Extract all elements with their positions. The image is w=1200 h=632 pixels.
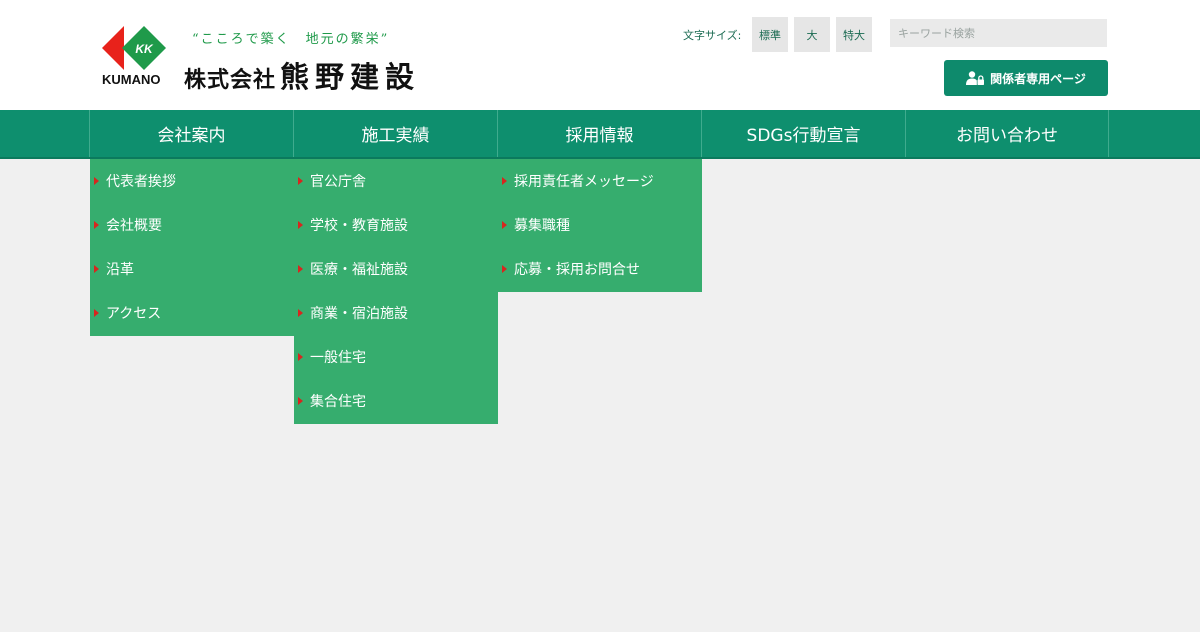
dropdown-item-label: 採用責任者メッセージ bbox=[514, 174, 654, 190]
bullet-triangle-icon bbox=[298, 177, 303, 185]
dropdown-item[interactable]: 集合住宅 bbox=[294, 379, 498, 423]
company-name-main: 熊野建設 bbox=[280, 60, 421, 94]
site-header: KK KUMANO “こころで築く 地元の繁栄” 株式会社 熊野建設 文字サイズ:… bbox=[0, 0, 1200, 110]
dropdown-item-label: 学校・教育施設 bbox=[310, 218, 408, 234]
font-size-extra-large-button[interactable]: 特大 bbox=[836, 17, 872, 52]
nav-works[interactable]: 施工実績 bbox=[293, 110, 497, 157]
dropdown-item[interactable]: 医療・福祉施設 bbox=[294, 247, 498, 291]
dropdown-recruit: 採用責任者メッセージ 募集職種 応募・採用お問合せ bbox=[498, 159, 702, 292]
dropdown-item-label: 一般住宅 bbox=[310, 350, 366, 366]
dropdown-item-label: アクセス bbox=[106, 306, 162, 322]
dropdown-item[interactable]: 学校・教育施設 bbox=[294, 203, 498, 247]
company-slogan: “こころで築く 地元の繁栄” bbox=[192, 32, 390, 47]
dropdown-item-label: 応募・採用お問合せ bbox=[514, 262, 640, 278]
nav-recruit[interactable]: 採用情報 bbox=[497, 110, 701, 157]
member-page-label: 関係者専用ページ bbox=[990, 71, 1086, 86]
dropdown-item-label: 官公庁舎 bbox=[310, 174, 366, 190]
site-logo[interactable]: KK KUMANO “こころで築く 地元の繁栄” 株式会社 熊野建設 bbox=[100, 26, 480, 94]
dropdown-item-label: 医療・福祉施設 bbox=[310, 262, 408, 278]
dropdown-item[interactable]: 応募・採用お問合せ bbox=[498, 247, 702, 291]
dropdown-item[interactable]: 会社概要 bbox=[90, 203, 294, 247]
dropdown-item[interactable]: アクセス bbox=[90, 291, 294, 335]
dropdown-works: 官公庁舎 学校・教育施設 医療・福祉施設 商業・宿泊施設 一般住宅 集合住宅 bbox=[294, 159, 498, 424]
font-size-label: 文字サイズ: bbox=[683, 29, 742, 42]
bullet-triangle-icon bbox=[502, 177, 507, 185]
dropdown-item-label: 代表者挨拶 bbox=[106, 174, 176, 190]
dropdown-item-label: 募集職種 bbox=[514, 218, 570, 234]
bullet-triangle-icon bbox=[94, 309, 99, 317]
bullet-triangle-icon bbox=[94, 265, 99, 273]
dropdown-item-label: 集合住宅 bbox=[310, 394, 366, 410]
bullet-triangle-icon bbox=[502, 221, 507, 229]
member-page-button[interactable]: 関係者専用ページ bbox=[944, 60, 1108, 96]
dropdown-item-label: 商業・宿泊施設 bbox=[310, 306, 408, 322]
bullet-triangle-icon bbox=[298, 397, 303, 405]
font-size-standard-button[interactable]: 標準 bbox=[752, 17, 788, 52]
company-name: 株式会社 熊野建設 bbox=[184, 54, 420, 96]
nav-sdgs[interactable]: SDGs行動宣言 bbox=[701, 110, 905, 157]
user-lock-icon bbox=[966, 71, 985, 85]
nav-company[interactable]: 会社案内 bbox=[89, 110, 293, 157]
bullet-triangle-icon bbox=[94, 177, 99, 185]
bullet-triangle-icon bbox=[94, 221, 99, 229]
bullet-triangle-icon bbox=[298, 265, 303, 273]
dropdown-item[interactable]: 代表者挨拶 bbox=[90, 159, 294, 203]
dropdown-item[interactable]: 商業・宿泊施設 bbox=[294, 291, 498, 335]
global-nav: 会社案内 施工実績 採用情報 SDGs行動宣言 お問い合わせ bbox=[0, 110, 1200, 159]
font-size-large-button[interactable]: 大 bbox=[794, 17, 830, 52]
dropdown-item[interactable]: 採用責任者メッセージ bbox=[498, 159, 702, 203]
dropdown-item[interactable]: 一般住宅 bbox=[294, 335, 498, 379]
nav-contact[interactable]: お問い合わせ bbox=[905, 110, 1109, 157]
dropdown-item[interactable]: 沿革 bbox=[90, 247, 294, 291]
dropdown-company: 代表者挨拶 会社概要 沿革 アクセス bbox=[90, 159, 294, 336]
bullet-triangle-icon bbox=[298, 353, 303, 361]
logo-mark-text: KK bbox=[135, 42, 154, 56]
logo-kumano-text: KUMANO bbox=[102, 72, 161, 87]
company-type: 株式会社 bbox=[184, 68, 277, 93]
bullet-triangle-icon bbox=[298, 221, 303, 229]
bullet-triangle-icon bbox=[298, 309, 303, 317]
dropdown-item-label: 会社概要 bbox=[106, 218, 162, 234]
dropdown-item-label: 沿革 bbox=[106, 262, 134, 278]
bullet-triangle-icon bbox=[502, 265, 507, 273]
dropdown-item[interactable]: 募集職種 bbox=[498, 203, 702, 247]
dropdown-item[interactable]: 官公庁舎 bbox=[294, 159, 498, 203]
keyword-search-input[interactable] bbox=[890, 19, 1107, 47]
